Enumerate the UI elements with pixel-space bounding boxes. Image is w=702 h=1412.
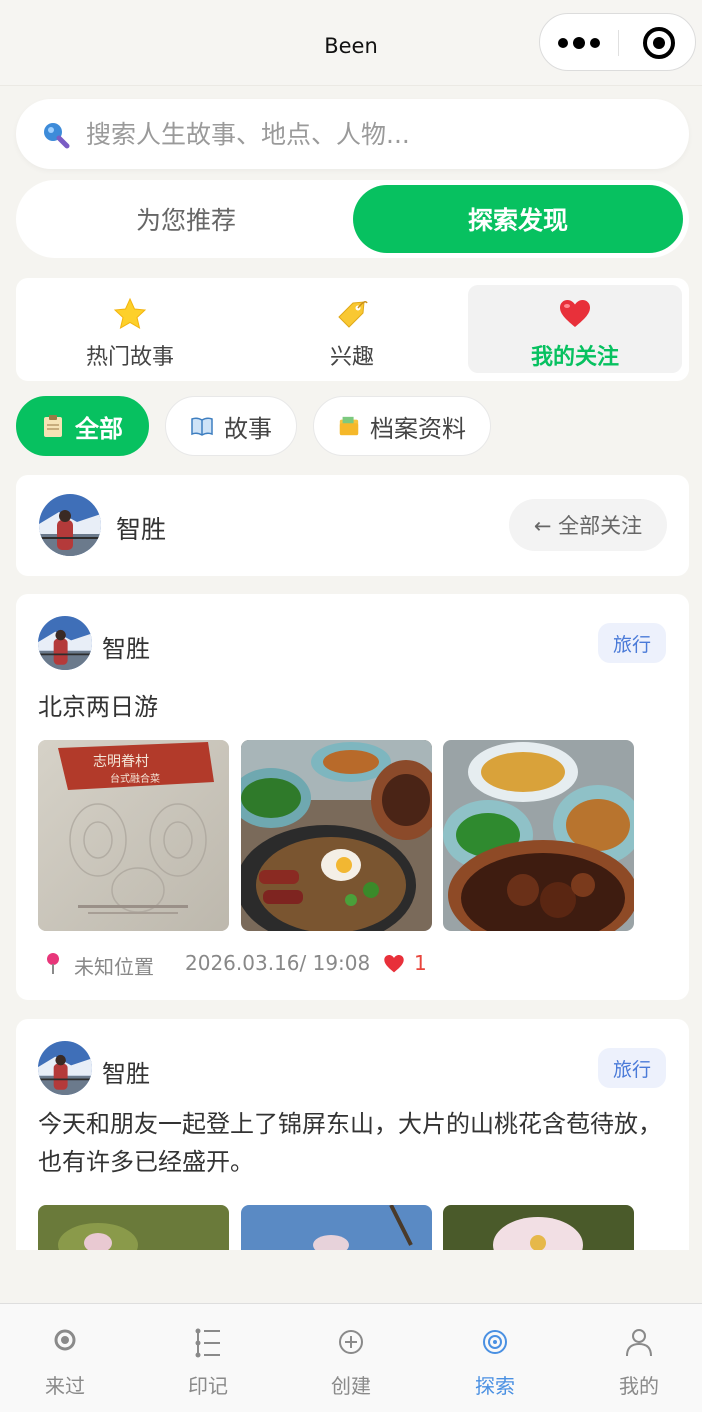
post-card[interactable]: 智胜 旅行 今天和朋友一起登上了锦屏东山，大片的山桃花含苞待放，也有许多已经盛开… <box>16 1019 689 1250</box>
tag-icon <box>338 301 368 328</box>
close-target-icon[interactable] <box>643 27 675 59</box>
tab-label: 探索 <box>475 1374 515 1398</box>
post-card[interactable]: 智胜 旅行 北京两日游 志明眷村 台式融合菜 未知位置 2026.03.16/ … <box>16 594 689 1000</box>
search-icon <box>44 123 70 149</box>
search-bar[interactable] <box>16 99 689 169</box>
feed-switch: 为您推荐 探索发现 <box>16 180 689 258</box>
category-following[interactable]: 我的关注 <box>468 285 682 373</box>
tab-explore[interactable]: 探索发现 <box>353 185 683 253</box>
post-time: 2026.03.16/ 19:08 <box>185 951 371 975</box>
tab-record[interactable]: 来过 <box>0 1304 135 1412</box>
avatar[interactable] <box>39 494 101 556</box>
tab-explore-nav[interactable]: 探索 <box>425 1304 565 1412</box>
tab-label: 创建 <box>331 1374 371 1398</box>
post-author: 智胜 <box>102 635 150 663</box>
post-text: 今天和朋友一起登上了锦屏东山，大片的山桃花含苞待放，也有许多已经盛开。 <box>38 1110 662 1176</box>
menu-subtitle-text: 台式融合菜 <box>110 772 160 785</box>
category-label: 热门故事 <box>85 345 174 370</box>
category-tabs: 热门故事 兴趣 我的关注 <box>16 278 689 381</box>
nav-bar: Been <box>0 0 702 86</box>
post-tag[interactable]: 旅行 <box>598 623 666 663</box>
tab-label: 我的 <box>619 1374 659 1398</box>
tab-marks[interactable]: 印记 <box>138 1304 278 1412</box>
search-input[interactable] <box>86 113 646 155</box>
bottom-tab-bar: 来过 印记 创建 探索 我的 <box>0 1303 702 1412</box>
avatar[interactable] <box>38 616 92 670</box>
category-hot-stories[interactable]: 热门故事 <box>23 285 237 373</box>
star-icon <box>113 297 147 330</box>
menu-title-text: 志明眷村 <box>93 754 149 770</box>
record-icon <box>54 1329 76 1351</box>
tab-recommend[interactable]: 为您推荐 <box>21 185 351 253</box>
mini-program-capsule <box>539 13 696 71</box>
post-photo[interactable] <box>38 1205 229 1250</box>
filter-archives[interactable]: 档案资料 <box>313 396 491 456</box>
like-count: 1 <box>414 951 427 975</box>
post-photo[interactable]: 志明眷村 台式融合菜 <box>38 740 229 931</box>
tab-label: 印记 <box>188 1374 228 1398</box>
timeline-icon <box>195 1328 220 1358</box>
filter-stories[interactable]: 故事 <box>165 396 297 456</box>
more-icon[interactable] <box>558 35 602 51</box>
post-photo[interactable] <box>241 740 432 931</box>
explore-icon <box>483 1330 507 1354</box>
capsule-divider <box>618 30 619 56</box>
clipboard-icon <box>44 415 62 437</box>
post-photo[interactable] <box>241 1205 432 1250</box>
location-pin-icon <box>47 953 59 974</box>
category-interests[interactable]: 兴趣 <box>245 285 459 373</box>
post-author: 智胜 <box>102 1060 150 1088</box>
like-icon[interactable] <box>382 953 406 975</box>
followed-user-name: 智胜 <box>116 515 167 544</box>
plus-circle-icon <box>339 1330 363 1354</box>
book-icon <box>191 417 213 436</box>
filter-label: 故事 <box>224 414 272 443</box>
followed-user-card: 智胜 ← 全部关注 <box>16 475 689 576</box>
avatar[interactable] <box>38 1041 92 1095</box>
post-photo[interactable] <box>443 1205 634 1250</box>
filter-label: 全部 <box>75 414 123 443</box>
filter-all[interactable]: 全部 <box>16 396 149 456</box>
heart-icon <box>560 300 590 327</box>
all-following-button[interactable]: ← 全部关注 <box>509 499 667 551</box>
post-meta: 未知位置 2026.03.16/ 19:08 1 <box>38 949 668 979</box>
filter-label: 档案资料 <box>370 414 466 443</box>
tab-label: 来过 <box>45 1374 85 1398</box>
tab-me[interactable]: 我的 <box>569 1304 702 1412</box>
user-icon <box>626 1329 652 1357</box>
post-location: 未知位置 <box>74 955 154 979</box>
post-tag[interactable]: 旅行 <box>598 1048 666 1088</box>
feed-list[interactable]: 智胜 旅行 北京两日游 志明眷村 台式融合菜 未知位置 2026.03.16/ … <box>0 594 702 1250</box>
folder-icon <box>339 416 359 436</box>
post-text: 北京两日游 <box>38 693 158 721</box>
tab-create[interactable]: 创建 <box>281 1304 421 1412</box>
category-label: 兴趣 <box>329 345 374 370</box>
post-photo[interactable] <box>443 740 634 931</box>
category-label: 我的关注 <box>530 345 619 370</box>
